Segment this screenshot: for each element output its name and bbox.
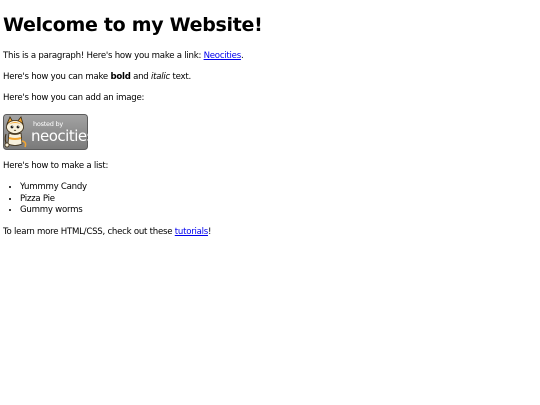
- list-item: Pizza Pie: [20, 194, 540, 206]
- paragraph-learn-more: To learn more HTML/CSS, check out these …: [3, 227, 540, 238]
- badge-container: hosted by neocities: [3, 114, 540, 150]
- paragraph-formatting: Here's how you can make bold and italic …: [3, 72, 540, 83]
- badge-line2: neocities: [31, 127, 88, 145]
- page: Welcome to my Website! This is a paragra…: [0, 0, 540, 405]
- paragraph-intro-suffix: .: [240, 51, 244, 61]
- page-title: Welcome to my Website!: [3, 14, 263, 36]
- neocities-link[interactable]: Neocities: [204, 51, 242, 61]
- paragraph-intro: This is a paragraph! Here's how you make…: [3, 51, 540, 62]
- bold-text: bold: [110, 72, 131, 82]
- paragraph-learn-more-suffix: !: [208, 226, 212, 237]
- paragraph-formatting-suffix: text.: [170, 72, 191, 82]
- paragraph-formatting-text: Here's how you can make: [3, 72, 111, 82]
- paragraph-image: Here's how you can add an image:: [3, 93, 145, 103]
- list-item: Yummmy Candy: [20, 182, 540, 194]
- hosted-by-neocities-badge[interactable]: hosted by neocities: [3, 114, 88, 150]
- paragraph-learn-more-text: To learn more HTML/CSS, check out these: [3, 226, 175, 237]
- list-item: Gummy worms: [20, 205, 540, 217]
- paragraph-intro-text: This is a paragraph! Here's how you make…: [3, 51, 204, 61]
- paragraph-list: Here's how to make a list:: [3, 161, 109, 171]
- tutorials-link[interactable]: tutorials: [175, 227, 209, 237]
- paragraph-formatting-middle: and: [130, 72, 151, 82]
- food-list: Yummmy Candy Pizza Pie Gummy worms: [3, 182, 540, 217]
- italic-text: italic: [150, 72, 171, 82]
